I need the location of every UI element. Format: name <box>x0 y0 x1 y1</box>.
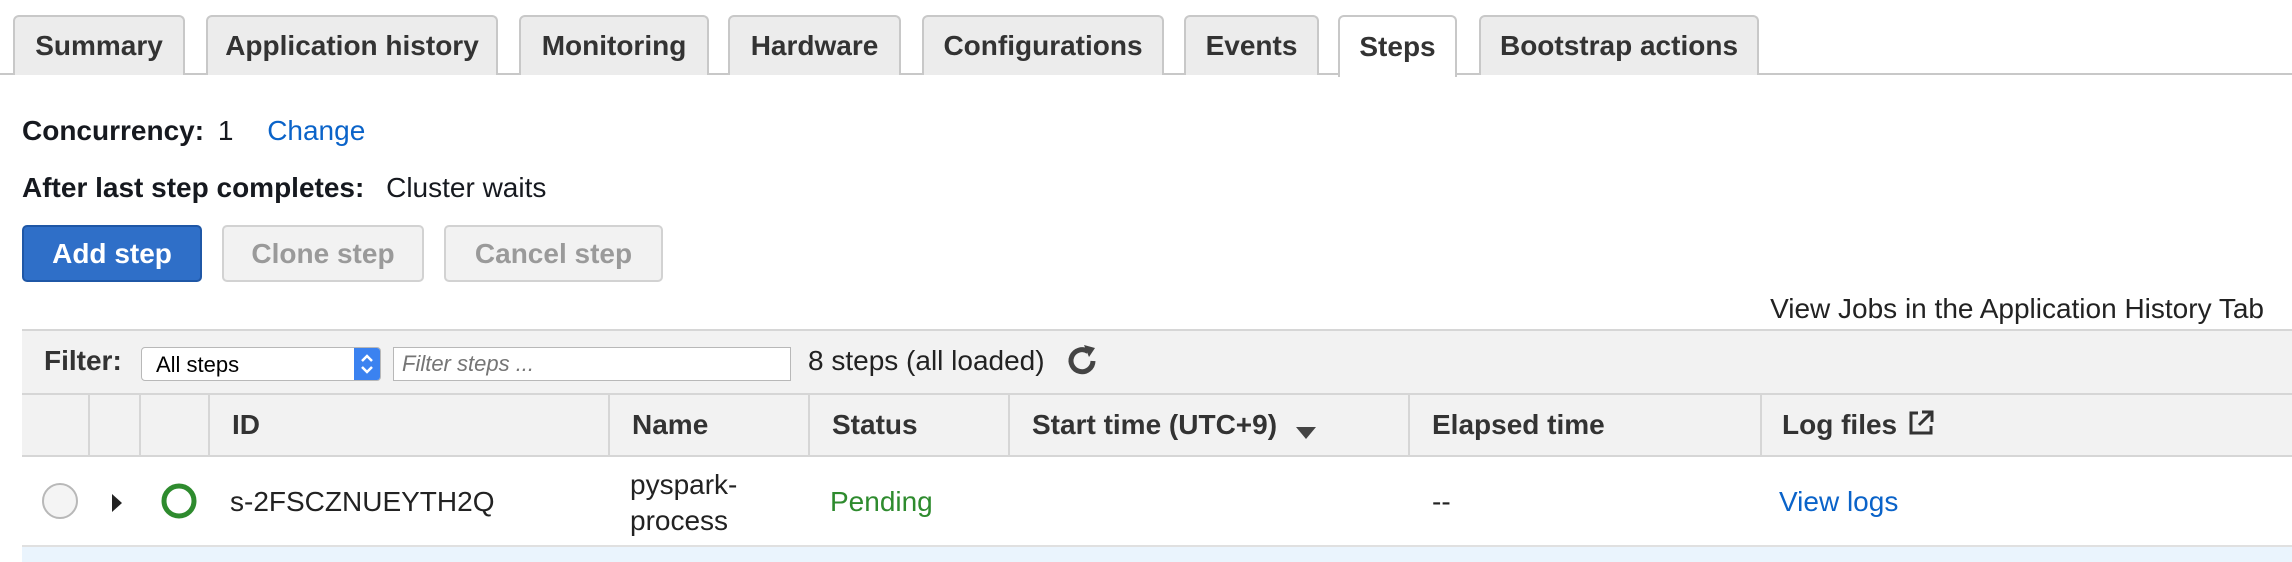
column-log-files-label: Log files <box>1782 409 1898 440</box>
tab-label: Configurations <box>943 30 1143 61</box>
tab-label: Monitoring <box>541 30 687 61</box>
tab-monitoring[interactable]: Monitoring <box>519 15 709 75</box>
view-jobs-link[interactable]: View Jobs in the Application History Tab <box>1770 293 2264 325</box>
tab-configurations[interactable]: Configurations <box>922 15 1164 75</box>
cancel-step-button[interactable]: Cancel step <box>444 225 663 282</box>
tab-label: Summary <box>35 30 163 61</box>
filter-steps-input[interactable] <box>393 347 791 381</box>
tab-label: Steps <box>1359 31 1436 62</box>
step-name-line: process <box>630 505 729 536</box>
filter-label: Filter: <box>44 345 122 376</box>
tab-label: Bootstrap actions <box>1499 30 1739 61</box>
tab-bootstrap-actions[interactable]: Bootstrap actions <box>1479 15 1759 75</box>
filter-select-value: All steps <box>156 352 240 377</box>
select-arrows-icon <box>354 348 380 380</box>
after-last-step-label: After last step completes: <box>22 172 365 203</box>
column-status[interactable]: Status <box>832 395 918 455</box>
column-elapsed-time[interactable]: Elapsed time <box>1432 395 1605 455</box>
tab-hardware[interactable]: Hardware <box>728 15 901 75</box>
status-ring-icon <box>160 482 198 525</box>
change-concurrency-link[interactable]: Change <box>267 115 365 146</box>
tab-events[interactable]: Events <box>1184 15 1319 75</box>
steps-table-header: ID Name Status Start time (UTC+9) Elapse… <box>22 393 2292 457</box>
view-logs-link[interactable]: View logs <box>1779 486 1898 518</box>
concurrency-value: 1 <box>217 115 234 146</box>
add-step-button[interactable]: Add step <box>22 225 202 282</box>
concurrency-label: Concurrency: <box>22 115 205 146</box>
column-id[interactable]: ID <box>232 395 260 455</box>
row-select-radio[interactable] <box>42 483 78 519</box>
step-name-line: pyspark- <box>630 469 738 500</box>
step-elapsed-time: -- <box>1432 486 1451 517</box>
step-name: pyspark- process <box>630 467 737 539</box>
tab-application-history[interactable]: Application history <box>206 15 498 75</box>
table-row[interactable]: s-2FSCZNUEYTH2Q pyspark- process Pending… <box>22 457 2292 547</box>
external-link-icon <box>1907 409 1935 444</box>
sort-desc-icon <box>1295 415 1317 447</box>
tab-summary[interactable]: Summary <box>13 15 185 75</box>
tab-steps[interactable]: Steps <box>1338 15 1457 77</box>
step-status: Pending <box>830 486 933 517</box>
after-last-step-row: After last step completes: Cluster waits <box>22 172 546 204</box>
expand-caret-icon[interactable] <box>111 493 123 518</box>
column-log-files[interactable]: Log files <box>1782 395 1935 455</box>
tab-bar: Summary Application history Monitoring H… <box>0 0 2292 77</box>
steps-count: 8 steps (all loaded) <box>808 345 1045 376</box>
concurrency-row: Concurrency: 1 Change <box>22 115 365 147</box>
tab-label: Events <box>1205 30 1298 61</box>
tab-label: Hardware <box>750 30 879 61</box>
next-row-strip <box>22 547 2292 562</box>
column-start-time-label: Start time (UTC+9) <box>1032 409 1278 440</box>
filter-select[interactable]: All steps <box>141 347 381 381</box>
clone-step-button[interactable]: Clone step <box>222 225 424 282</box>
after-last-step-value: Cluster waits <box>386 172 547 203</box>
tab-label: Application history <box>225 30 479 61</box>
column-name[interactable]: Name <box>632 395 708 455</box>
refresh-icon[interactable] <box>1062 341 1102 381</box>
step-id: s-2FSCZNUEYTH2Q <box>230 486 495 517</box>
column-start-time[interactable]: Start time (UTC+9) <box>1032 395 1317 455</box>
filter-bar: Filter: All steps 8 steps (all loaded) <box>22 329 2292 393</box>
